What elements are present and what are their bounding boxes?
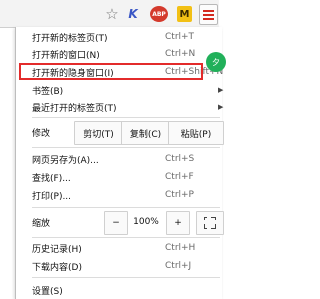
menu-item-label: 最近打开的标签页(T) <box>32 103 117 114</box>
shortcut-label: Ctrl+P <box>165 190 194 200</box>
menu-item-save-as[interactable]: 网页另存为(A)... Ctrl+S <box>32 152 222 166</box>
chrome-menu-button[interactable] <box>199 4 218 25</box>
menu-item-find[interactable]: 查找(F)... Ctrl+F <box>32 170 222 184</box>
paste-button[interactable]: 粘贴(P) <box>168 121 224 145</box>
browser-toolbar: ☆ K ABP M <box>0 0 219 28</box>
menu-item-settings[interactable]: 设置(S) <box>32 283 222 297</box>
shortcut-label: Ctrl+J <box>165 261 192 271</box>
adblock-plus-icon[interactable]: ABP <box>150 6 168 22</box>
zoom-in-button[interactable]: + <box>166 211 190 235</box>
shortcut-label: Ctrl+T <box>165 32 195 42</box>
hamburger-icon <box>203 9 214 20</box>
menu-item-label: 书签(B) <box>32 86 64 97</box>
menu-item-downloads[interactable]: 下载内容(D) Ctrl+J <box>32 259 222 273</box>
submenu-arrow-icon: ▶ <box>218 86 224 94</box>
extension-m-icon[interactable]: M <box>177 6 192 22</box>
shortcut-label: Ctrl+N <box>165 49 196 59</box>
menu-item-new-tab[interactable]: 打开新的标签页(T) Ctrl+T <box>32 30 222 44</box>
menu-item-label: 设置(S) <box>32 286 63 297</box>
menu-item-label: 下载内容(D) <box>32 262 82 273</box>
menu-item-history[interactable]: 历史记录(H) Ctrl+H <box>32 241 222 255</box>
menu-separator <box>32 277 220 278</box>
menu-separator <box>32 207 220 208</box>
edit-row: 修改 剪切(T) 复制(C) 粘贴(P) <box>32 121 224 145</box>
extension-k-icon[interactable]: K <box>124 5 142 23</box>
menu-item-new-window[interactable]: 打开新的窗口(N) Ctrl+N <box>32 47 222 61</box>
bookmark-star-icon[interactable]: ☆ <box>104 5 120 23</box>
incognito-highlight-box <box>19 63 203 80</box>
cut-button[interactable]: 剪切(T) <box>74 121 123 145</box>
fullscreen-icon <box>203 216 216 229</box>
zoom-out-button[interactable]: − <box>104 211 128 235</box>
submenu-arrow-icon: ▶ <box>218 103 224 111</box>
floating-green-tab[interactable]: 夕 <box>206 52 226 72</box>
edit-label: 修改 <box>32 128 51 139</box>
menu-item-bookmarks[interactable]: 书签(B) ▶ <box>32 83 224 97</box>
shortcut-label: Ctrl+S <box>165 154 195 164</box>
menu-separator <box>32 117 220 118</box>
shortcut-label: Ctrl+F <box>165 172 194 182</box>
zoom-label: 缩放 <box>32 218 51 229</box>
menu-item-print[interactable]: 打印(P)... Ctrl+P <box>32 188 222 202</box>
zoom-level: 100% <box>133 217 159 227</box>
menu-separator <box>32 147 220 148</box>
menu-item-recent-tabs[interactable]: 最近打开的标签页(T) ▶ <box>32 100 224 114</box>
copy-button[interactable]: 复制(C) <box>121 121 170 145</box>
menu-separator <box>32 237 220 238</box>
zoom-row: 缩放 − 100% + <box>32 211 224 235</box>
fullscreen-button[interactable] <box>196 211 224 235</box>
shortcut-label: Ctrl+H <box>165 243 196 253</box>
